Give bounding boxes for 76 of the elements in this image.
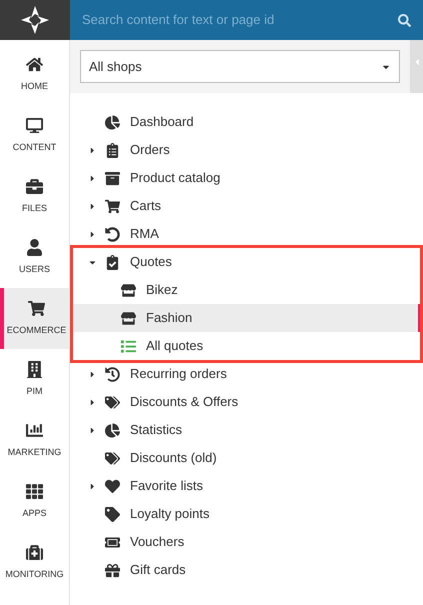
nav-item[interactable]: ECOMMERCE: [0, 288, 69, 349]
tree-label: Discounts & Offers: [130, 393, 238, 412]
tree-item[interactable]: Bikez: [70, 276, 423, 304]
tree-item[interactable]: Orders: [70, 136, 423, 164]
store-icon: [121, 282, 136, 298]
briefcase-icon: [26, 178, 43, 195]
nav-item[interactable]: MARKETING: [0, 410, 69, 471]
tree-item[interactable]: Discounts (old): [70, 444, 423, 472]
nav-item[interactable]: FILES: [0, 166, 69, 227]
store-icon: [121, 310, 136, 326]
tree-item[interactable]: Statistics: [70, 416, 423, 444]
search-icon[interactable]: [398, 14, 411, 26]
medical-kit-icon: [26, 544, 43, 561]
cart-icon: [28, 300, 45, 317]
tree-label: Loyalty points: [130, 505, 210, 524]
tree-label: Orders: [130, 141, 170, 160]
pie-chart-icon: [105, 114, 120, 130]
monitor-icon: [26, 116, 43, 134]
tree-label: Favorite lists: [130, 477, 203, 496]
building-icon: [26, 360, 43, 378]
tree-item[interactable]: RMA: [70, 220, 423, 248]
tags-icon: [105, 450, 120, 466]
grid-icon: [26, 482, 43, 500]
tree-label: Recurring orders: [130, 365, 227, 384]
logo-area[interactable]: [0, 0, 70, 40]
ticket-icon: [105, 534, 120, 550]
archive-box-icon: [105, 170, 120, 186]
list-icon: [121, 338, 136, 354]
tree-item[interactable]: Gift cards: [70, 556, 423, 584]
gift-icon: [105, 562, 120, 578]
nav-item[interactable]: CONTENT: [0, 105, 69, 166]
tree-item[interactable]: Quotes: [70, 248, 423, 276]
bar-chart-icon: [26, 422, 43, 439]
cart-icon: [105, 198, 120, 214]
tree-label: Carts: [130, 197, 162, 216]
nav-item[interactable]: USERS: [0, 227, 69, 288]
shop-dropdown[interactable]: All shops: [80, 50, 400, 83]
logo-icon: [20, 5, 50, 35]
tree-label: Statistics: [130, 421, 182, 440]
nav-item[interactable]: HOME: [0, 44, 69, 105]
tree-label: Quotes: [130, 253, 172, 272]
tree-item[interactable]: Carts: [70, 192, 423, 220]
search-field[interactable]: Search content for text or page id: [82, 10, 398, 30]
tree-item[interactable]: Loyalty points: [70, 500, 423, 528]
tree-label: Gift cards: [130, 561, 186, 580]
clipboard-check-icon: [105, 254, 120, 270]
tree-item[interactable]: Dashboard: [70, 108, 423, 136]
tree-item[interactable]: All quotes: [70, 332, 423, 360]
clipboard-icon: [105, 142, 120, 158]
caret-icon: [412, 57, 420, 67]
user-icon: [26, 238, 43, 256]
tree-label: Fashion: [146, 309, 192, 328]
nav-item[interactable]: PIM: [0, 349, 69, 410]
tags-icon: [105, 394, 120, 410]
tree-label: RMA: [130, 225, 159, 244]
tree-item[interactable]: Vouchers: [70, 528, 423, 556]
tree-item[interactable]: Recurring orders: [70, 360, 423, 388]
tree-label: Dashboard: [130, 113, 194, 132]
clock-icon: [105, 366, 120, 382]
tree-label: Discounts (old): [130, 449, 217, 468]
tree-label: Product catalog: [130, 169, 220, 188]
tag-icon: [105, 506, 120, 522]
nav-item[interactable]: APPS: [0, 471, 69, 532]
tree-label: All quotes: [146, 337, 204, 356]
house-icon: [26, 56, 43, 73]
tree-label: Bikez: [146, 281, 178, 300]
tree-item[interactable]: Favorite lists: [70, 472, 423, 500]
return-icon: [105, 226, 120, 242]
pie-chart-icon: [105, 422, 120, 438]
nav-item[interactable]: MONITORING: [0, 532, 69, 593]
tree-item[interactable]: Product catalog: [70, 164, 423, 192]
collapse-handle[interactable]: [410, 40, 423, 93]
search-bar[interactable]: Search content for text or page id: [70, 0, 423, 40]
tree-item[interactable]: Discounts & Offers: [70, 388, 423, 416]
heart-icon: [105, 478, 120, 494]
tree-label: Vouchers: [130, 533, 184, 552]
